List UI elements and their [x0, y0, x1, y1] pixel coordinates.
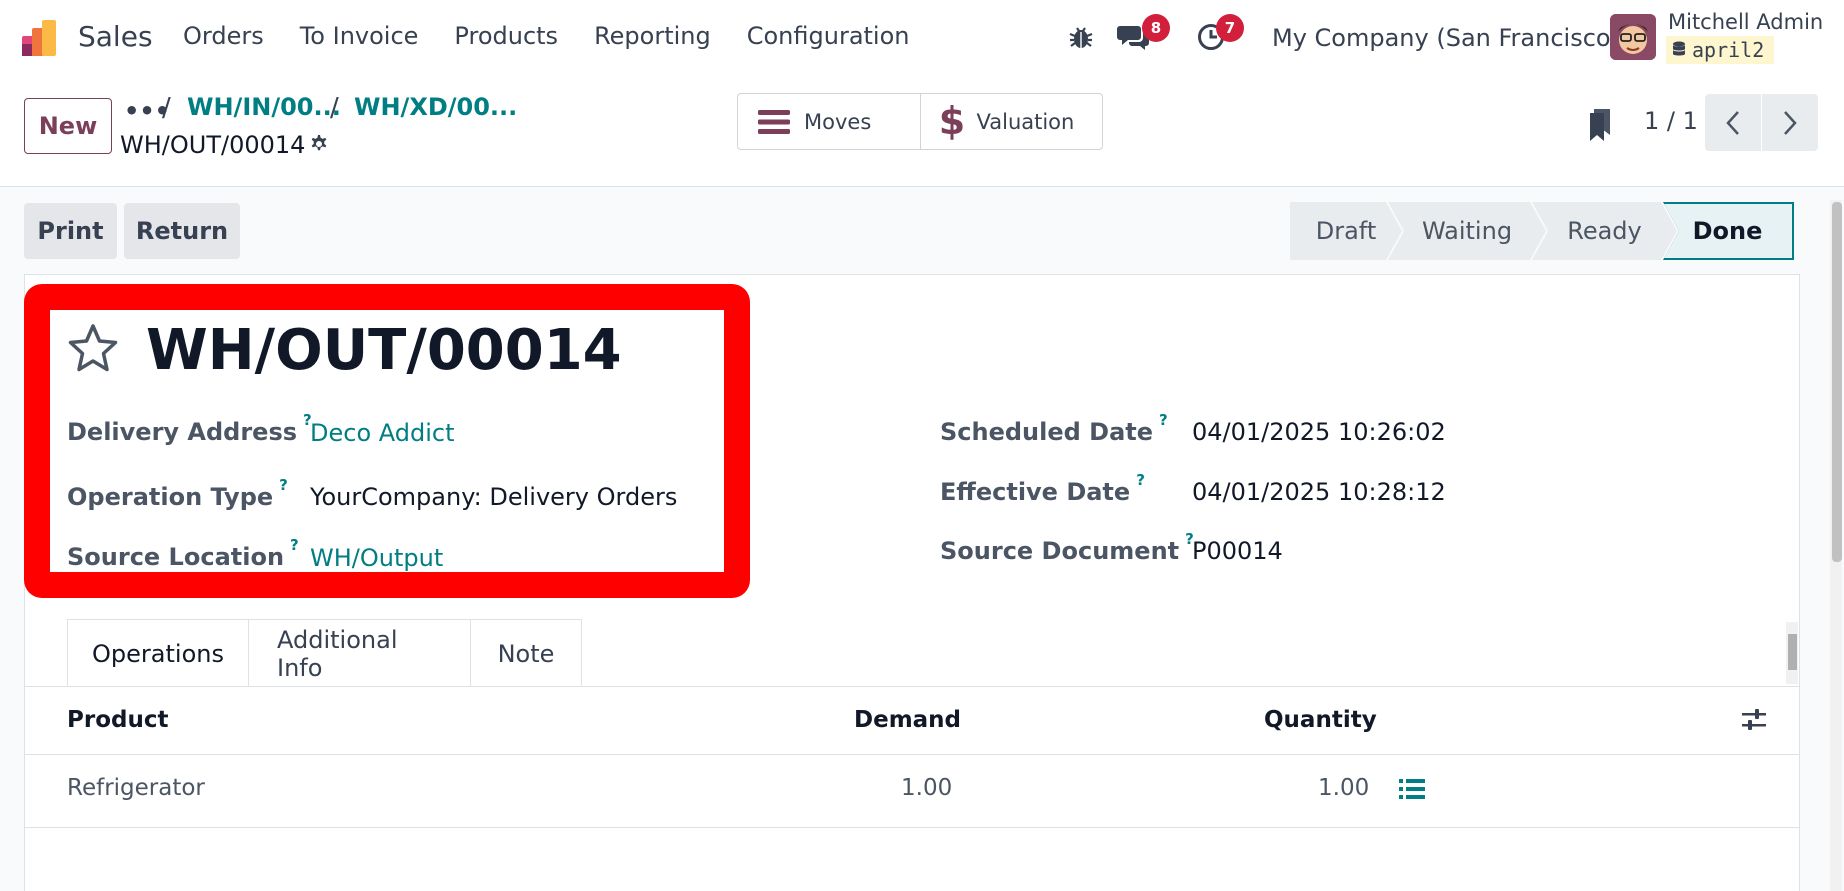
valuation-label: Valuation: [976, 109, 1075, 134]
gear-icon[interactable]: [306, 132, 330, 156]
bookmark-icon[interactable]: [1588, 109, 1612, 141]
column-header-demand[interactable]: Demand: [854, 707, 961, 733]
scheduled-date-value[interactable]: 04/01/2025 10:26:02: [1192, 418, 1446, 446]
notebook-tabs: Operations Additional Info Note: [67, 619, 582, 687]
chevron-left-icon: [1726, 110, 1739, 135]
tabs-scroll-thumb[interactable]: [1788, 634, 1797, 670]
label-text: Source Document: [940, 537, 1180, 565]
stage-waiting[interactable]: Waiting: [1388, 202, 1546, 260]
label-text: Effective Date: [940, 478, 1131, 506]
smart-buttons: Moves $ Valuation: [737, 93, 1103, 150]
database-icon: [1673, 41, 1685, 56]
operation-type-label: Operation Type?: [67, 476, 288, 511]
stage-draft[interactable]: Draft: [1290, 202, 1402, 260]
menu-orders[interactable]: Orders: [183, 22, 264, 50]
activities-count-badge: 7: [1216, 14, 1244, 42]
breadcrumb-wh-in[interactable]: WH/IN/00...: [187, 93, 341, 121]
stage-done[interactable]: Done: [1663, 202, 1794, 260]
optional-columns-icon[interactable]: [1740, 706, 1768, 734]
tab-operations[interactable]: Operations: [67, 619, 249, 687]
effective-date-value: 04/01/2025 10:28:12: [1192, 478, 1446, 506]
tab-note[interactable]: Note: [470, 619, 582, 687]
cell-demand[interactable]: 1.00: [901, 775, 952, 801]
menu-products[interactable]: Products: [454, 22, 558, 50]
moves-label: Moves: [804, 109, 872, 134]
messages-count-badge: 8: [1142, 14, 1170, 42]
breadcrumb-wh-xd[interactable]: WH/XD/00...: [354, 93, 517, 121]
menu-configuration[interactable]: Configuration: [747, 22, 910, 50]
stage-label: Waiting: [1421, 217, 1513, 245]
delivery-address-value[interactable]: Deco Addict: [310, 419, 455, 447]
top-navbar: Sales Orders To Invoice Products Reporti…: [0, 0, 1844, 77]
help-tooltip-mark[interactable]: ?: [1159, 411, 1168, 429]
cell-quantity[interactable]: 1.00: [1318, 775, 1369, 801]
control-panel: New ••• / WH/IN/00... / WH/XD/00... WH/O…: [0, 77, 1844, 187]
breadcrumb-current: WH/OUT/00014: [120, 131, 306, 159]
detailed-operations-list-icon[interactable]: [1398, 776, 1426, 802]
column-header-product[interactable]: Product: [67, 707, 168, 733]
return-button[interactable]: Return: [124, 203, 240, 259]
pager-value[interactable]: 1 / 1: [1644, 107, 1698, 135]
status-bar: Draft Waiting Ready Done: [1290, 202, 1794, 260]
favorite-star-icon[interactable]: [66, 322, 120, 376]
column-header-quantity[interactable]: Quantity: [1264, 707, 1377, 733]
pager-previous-button[interactable]: [1705, 94, 1761, 151]
stage-label-active: Done: [1692, 217, 1763, 245]
label-text: Operation Type: [67, 483, 274, 511]
app-name[interactable]: Sales: [78, 20, 153, 53]
help-tooltip-mark[interactable]: ?: [290, 536, 299, 554]
tabs-divider: [24, 686, 1800, 687]
tab-additional-info[interactable]: Additional Info: [248, 619, 471, 687]
effective-date-label: Effective Date?: [940, 471, 1145, 506]
user-avatar[interactable]: [1610, 14, 1656, 60]
help-tooltip-mark[interactable]: ?: [279, 476, 288, 494]
cell-product[interactable]: Refrigerator: [67, 775, 205, 801]
main-menu: Orders To Invoice Products Reporting Con…: [183, 22, 946, 50]
source-location-value[interactable]: WH/Output: [310, 544, 443, 572]
stage-ready[interactable]: Ready: [1532, 202, 1677, 260]
label-text: Source Location: [67, 543, 285, 571]
breadcrumb-separator: /: [330, 93, 339, 123]
valuation-button[interactable]: $ Valuation: [919, 94, 1103, 149]
stage-label: Draft: [1315, 217, 1377, 245]
scheduled-date-label: Scheduled Date?: [940, 411, 1168, 446]
menu-to-invoice[interactable]: To Invoice: [300, 22, 419, 50]
database-name: april2: [1692, 38, 1765, 62]
menu-reporting[interactable]: Reporting: [594, 22, 711, 50]
stage-label: Ready: [1567, 217, 1642, 245]
print-button[interactable]: Print: [24, 203, 117, 259]
header-divider: [24, 754, 1800, 755]
source-location-label: Source Location?: [67, 536, 299, 571]
sales-app-logo[interactable]: [20, 18, 62, 60]
row-divider: [24, 827, 1800, 828]
list-bars-icon: [758, 109, 790, 134]
source-document-value[interactable]: P00014: [1192, 537, 1283, 565]
chevron-right-icon: [1784, 110, 1797, 135]
label-text: Scheduled Date: [940, 418, 1154, 446]
source-document-label: Source Document?: [940, 530, 1194, 565]
debug-bug-icon[interactable]: [1068, 24, 1094, 50]
database-badge: april2: [1666, 36, 1775, 64]
user-name[interactable]: Mitchell Admin: [1668, 10, 1823, 34]
label-text: Delivery Address: [67, 418, 298, 446]
delivery-address-label: Delivery Address?: [67, 411, 312, 446]
help-tooltip-mark[interactable]: ?: [1136, 471, 1145, 489]
breadcrumb-separator: /: [162, 93, 171, 123]
moves-button[interactable]: Moves: [738, 94, 920, 149]
record-title: WH/OUT/00014: [146, 318, 622, 383]
new-button[interactable]: New: [24, 98, 112, 154]
operation-type-value[interactable]: YourCompany: Delivery Orders: [310, 483, 677, 511]
dollar-icon: $: [941, 102, 963, 142]
page-scroll-thumb[interactable]: [1832, 202, 1842, 562]
pager-next-button[interactable]: [1762, 94, 1818, 151]
company-switcher[interactable]: My Company (San Francisco): [1272, 24, 1620, 52]
svg-text:$: $: [941, 102, 963, 142]
